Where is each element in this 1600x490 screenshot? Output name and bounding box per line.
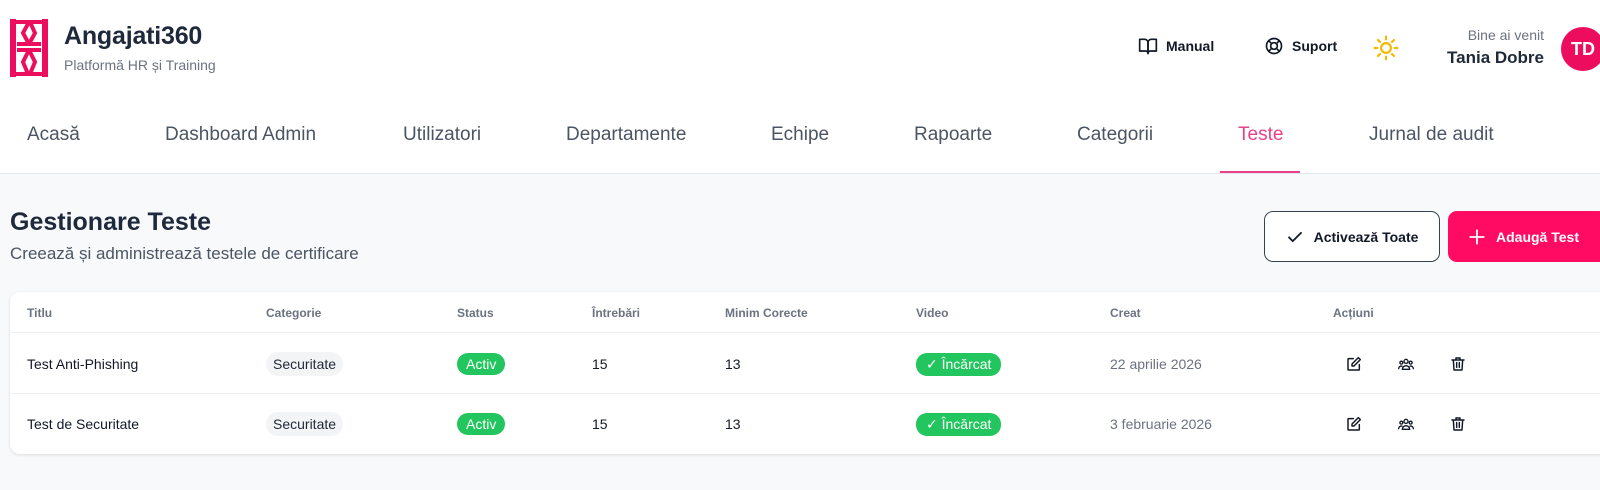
manual-button[interactable]: Manual [1138, 36, 1214, 56]
tab-categorii[interactable]: Categorii [1077, 96, 1153, 174]
app-header: Angajati360 Platformă HR și Training Man… [0, 0, 1600, 96]
trash-icon [1451, 357, 1465, 371]
activate-all-label: Activează Toate [1313, 228, 1419, 245]
delete-button[interactable] [1448, 354, 1468, 374]
created-date: 3 februarie 2026 [1110, 416, 1212, 432]
created-date: 22 aprilie 2026 [1110, 356, 1202, 372]
add-test-button[interactable]: Adaugă Test [1448, 211, 1600, 262]
users-icon [1398, 418, 1414, 430]
status-badge[interactable]: Activ [457, 413, 506, 435]
tab-echipe[interactable]: Echipe [771, 96, 829, 174]
book-open-icon [1138, 38, 1158, 55]
sun-icon[interactable] [1373, 35, 1399, 61]
tab-acasa[interactable]: Acasă [27, 96, 80, 174]
support-button[interactable]: Suport [1264, 36, 1337, 56]
test-title: Test Anti-Phishing [27, 356, 139, 372]
column-header-categorie: Categorie [266, 306, 322, 320]
tab-jurnal-de-audit[interactable]: Jurnal de audit [1369, 96, 1494, 174]
brand-subtitle: Platformă HR și Training [64, 57, 216, 73]
welcome-block: Bine ai venit Tania Dobre [1447, 27, 1544, 68]
table-row: Test Anti-Phishing Securitate Activ 15 1… [10, 334, 1600, 394]
min-correct-count: 13 [725, 356, 741, 372]
avatar[interactable]: TD [1561, 27, 1600, 71]
tab-utilizatori[interactable]: Utilizatori [403, 96, 481, 174]
manual-label: Manual [1166, 38, 1215, 54]
questions-count: 15 [592, 356, 608, 372]
test-title: Test de Securitate [27, 416, 140, 432]
users-icon [1398, 358, 1414, 370]
category-badge: Securitate [266, 412, 344, 436]
plus-icon [1469, 228, 1485, 245]
video-badge: ✓ Încărcat [916, 412, 1002, 436]
column-header-actiuni: Acțiuni [1333, 306, 1374, 320]
assign-users-button[interactable] [1396, 354, 1416, 374]
delete-button[interactable] [1448, 414, 1468, 434]
welcome-label: Bine ai venit [1467, 27, 1544, 43]
tests-table: Titlu Categorie Status Întrebări Minim C… [10, 292, 1600, 454]
support-label: Suport [1292, 38, 1338, 54]
column-header-intrebari: Întrebări [592, 306, 641, 320]
activate-all-button[interactable]: Activează Toate [1264, 211, 1440, 262]
trash-icon [1451, 417, 1465, 431]
edit-button[interactable] [1344, 354, 1364, 374]
video-badge: ✓ Încărcat [916, 352, 1002, 376]
column-header-status: Status [457, 306, 494, 320]
tab-rapoarte[interactable]: Rapoarte [914, 96, 992, 174]
brand-title: Angajati360 [64, 22, 203, 50]
status-badge[interactable]: Activ [457, 353, 506, 375]
edit-icon [1347, 356, 1362, 371]
table-header: Titlu Categorie Status Întrebări Minim C… [10, 292, 1600, 333]
add-test-label: Adaugă Test [1496, 228, 1579, 245]
page-subtitle: Creează și administrează testele de cert… [10, 244, 359, 263]
category-badge: Securitate [266, 352, 344, 376]
column-header-titlu: Titlu [27, 306, 53, 320]
min-correct-count: 13 [725, 416, 741, 432]
main-nav: Acasă Dashboard Admin Utilizatori Depart… [0, 96, 1600, 174]
questions-count: 15 [592, 416, 608, 432]
tab-teste[interactable]: Teste [1238, 96, 1283, 174]
lifebuoy-icon [1265, 37, 1283, 55]
check-icon [1287, 231, 1302, 242]
edit-icon [1347, 416, 1362, 431]
column-header-creat: Creat [1110, 306, 1141, 320]
user-name: Tania Dobre [1447, 48, 1544, 67]
tab-dashboard-admin[interactable]: Dashboard Admin [165, 96, 316, 174]
assign-users-button[interactable] [1396, 414, 1416, 434]
column-header-minim-corecte: Minim Corecte [725, 306, 808, 320]
angajati360-logo[interactable] [9, 18, 49, 78]
tab-departamente[interactable]: Departamente [566, 96, 686, 174]
edit-button[interactable] [1344, 414, 1364, 434]
page-title: Gestionare Teste [10, 208, 212, 236]
column-header-video: Video [916, 306, 949, 320]
active-tab-indicator [1220, 171, 1300, 173]
table-row: Test de Securitate Securitate Activ 15 1… [10, 394, 1600, 454]
